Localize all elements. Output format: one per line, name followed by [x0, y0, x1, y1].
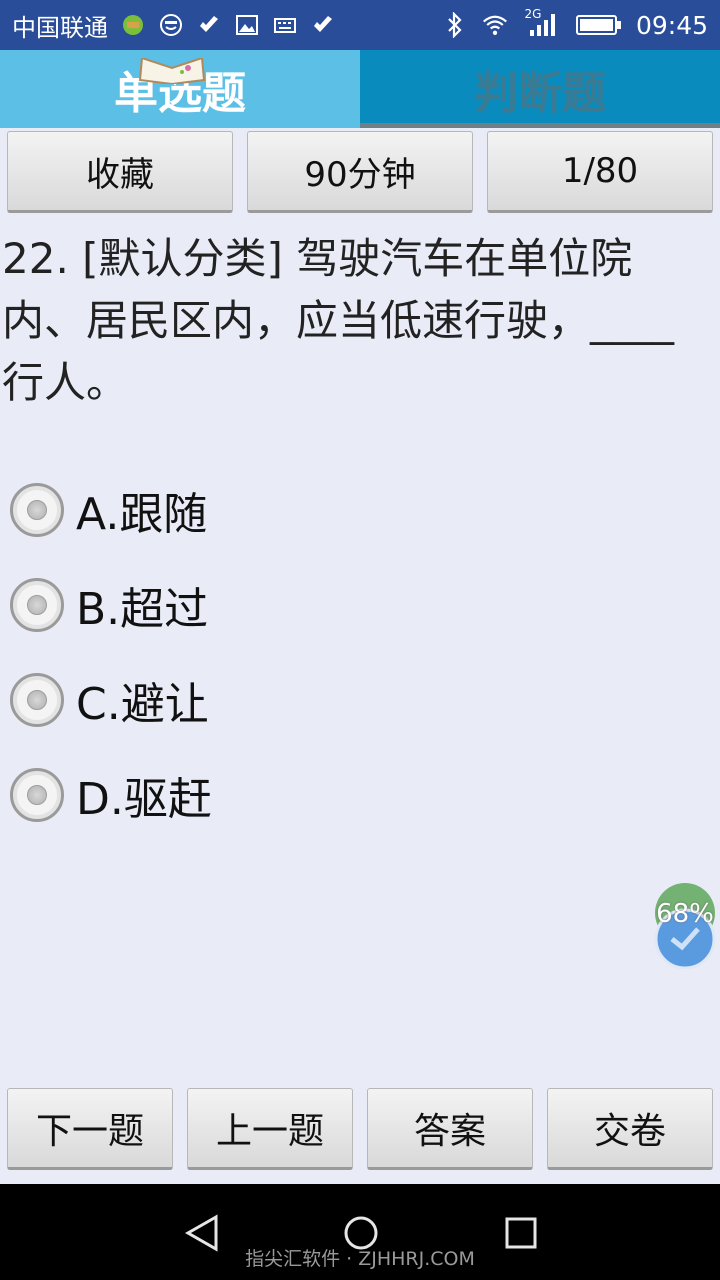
- radio-button[interactable]: [10, 482, 64, 537]
- system-navigation-bar: 指尖汇软件 · ZJHHRJ.COM: [0, 1184, 720, 1280]
- question-text: 22. [默认分类] 驾驶汽车在单位院内、居民区内，应当低速行驶，____行人。: [2, 234, 675, 407]
- timer-button[interactable]: 90分钟: [247, 131, 473, 213]
- clock-time: 09:45: [635, 10, 708, 40]
- option-label: A.跟随: [76, 488, 208, 540]
- option-d[interactable]: D.驱赶: [10, 747, 212, 842]
- option-a[interactable]: A.跟随: [10, 462, 212, 557]
- option-b[interactable]: B.超过: [10, 557, 212, 652]
- tab-true-false[interactable]: 判断题: [360, 50, 720, 128]
- carrier-name: 中国联通: [12, 13, 108, 42]
- battery-icon: [575, 12, 622, 38]
- option-label: B.超过: [76, 583, 209, 635]
- keyboard-icon: [272, 12, 298, 38]
- status-bar: 中国联通 2G 09:45: [0, 0, 720, 50]
- app-check-icon: [196, 12, 222, 38]
- favorite-button[interactable]: 收藏: [7, 131, 233, 213]
- radio-button[interactable]: [10, 577, 64, 632]
- option-c[interactable]: C.避让: [10, 652, 212, 747]
- book-icon: [138, 50, 208, 86]
- option-label: D.驱赶: [76, 773, 212, 825]
- submit-exam-button[interactable]: 交卷: [547, 1088, 713, 1170]
- network-type-badge: 2G: [524, 7, 542, 21]
- top-toolbar: 收藏 90分钟 1/80: [7, 131, 713, 213]
- bluetooth-icon: [442, 12, 468, 38]
- wifi-icon: [482, 12, 508, 38]
- answer-options: A.跟随 B.超过 C.避让 D.驱赶: [10, 462, 212, 842]
- tab-label: 判断题: [474, 68, 606, 119]
- radio-button[interactable]: [10, 767, 64, 822]
- map-icon: [120, 12, 146, 38]
- tab-single-choice[interactable]: 单选题: [0, 50, 360, 128]
- memory-percent: 68%: [656, 899, 714, 929]
- question-type-tabs: 单选题 判断题: [0, 50, 720, 128]
- show-answer-button[interactable]: 答案: [367, 1088, 533, 1170]
- floating-memory-widget[interactable]: 68%: [652, 883, 718, 970]
- app-check-icon: [310, 12, 336, 38]
- watermark-text: 指尖汇软件 · ZJHHRJ.COM: [245, 1248, 475, 1270]
- smile-icon: [158, 12, 184, 38]
- radio-button[interactable]: [10, 672, 64, 727]
- next-question-button[interactable]: 下一题: [7, 1088, 173, 1170]
- bottom-toolbar: 下一题 上一题 答案 交卷: [7, 1088, 713, 1170]
- previous-question-button[interactable]: 上一题: [187, 1088, 353, 1170]
- question-progress-button[interactable]: 1/80: [487, 131, 713, 213]
- image-icon: [234, 12, 260, 38]
- signal-icon: 2G: [522, 7, 562, 38]
- option-label: C.避让: [76, 678, 209, 730]
